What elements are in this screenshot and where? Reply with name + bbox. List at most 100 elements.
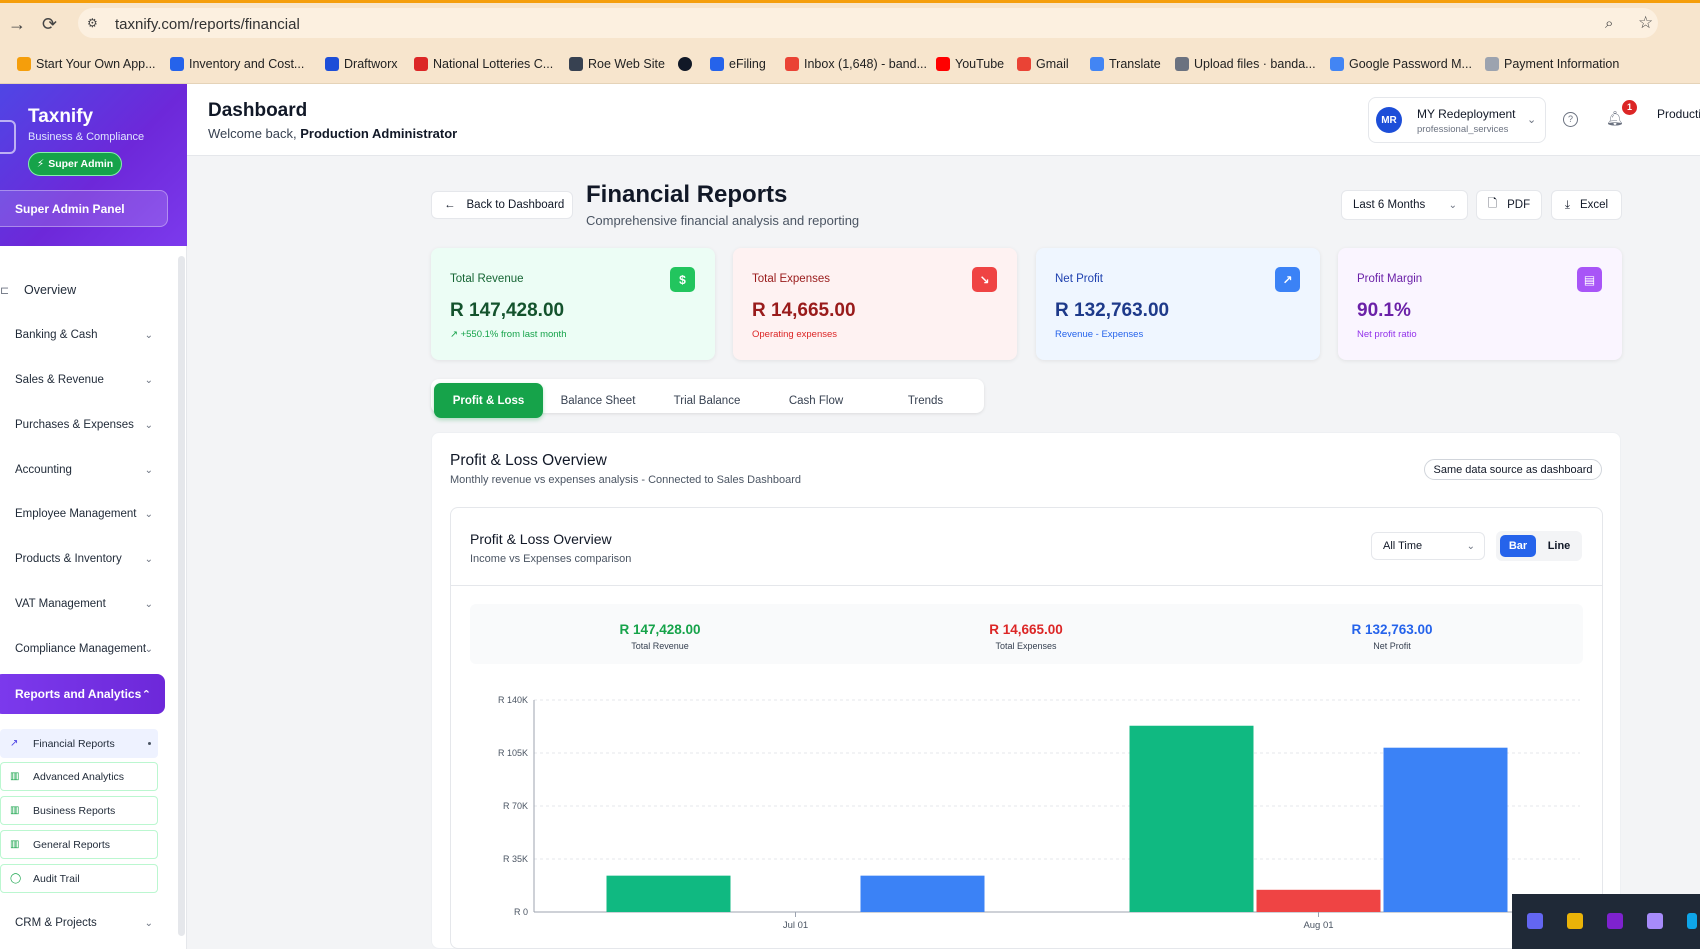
arrow-left-icon: ← [444, 199, 456, 211]
sidebar-item-products-inventory[interactable]: Products & Inventory ⌄ [0, 544, 165, 574]
bookmark-star-icon[interactable]: ☆ [1638, 13, 1653, 33]
sidebar-item-label: Reports and Analytics [15, 687, 142, 701]
bookmark-item[interactable]: eFiling [710, 57, 766, 71]
bookmark-item[interactable]: Inbox (1,648) - band... [785, 57, 927, 71]
sidebar-subitem-advanced-analytics[interactable]: ▥ Advanced Analytics [0, 762, 158, 791]
bookmark-item[interactable]: Translate [1090, 57, 1161, 71]
url-text[interactable]: taxnify.com/reports/financial [115, 16, 300, 33]
kpi-card-net-profit: Net Profit R 132,763.00 Revenue - Expens… [1036, 248, 1320, 360]
tab-cash-flow[interactable]: Cash Flow [761, 383, 871, 418]
bookmark-item[interactable]: Payment Information [1485, 57, 1619, 71]
bookmark-item[interactable]: Inventory and Cost... [170, 57, 304, 71]
store-icon[interactable] [1687, 913, 1697, 929]
bookmark-favicon-icon [1017, 57, 1031, 71]
bell-icon[interactable]: 🔔︎ [1606, 110, 1624, 127]
bookmark-item[interactable] [678, 57, 697, 71]
kpi-card-total-revenue: Total Revenue R 147,428.00 ↗ +550.1% fro… [431, 248, 715, 360]
bar-total-expenses [1256, 889, 1381, 912]
sidebar-item-compliance-management[interactable]: Compliance Management ⌄ [0, 634, 165, 664]
bookmark-favicon-icon [785, 57, 799, 71]
pen-icon[interactable] [1647, 913, 1663, 929]
forward-icon[interactable]: → [8, 14, 26, 35]
sidebar-item-vat-management[interactable]: VAT Management ⌄ [0, 589, 165, 619]
super-admin-panel-button[interactable]: Super Admin Panel [0, 190, 168, 227]
line-toggle-button[interactable]: Line [1540, 535, 1578, 557]
bookmark-item[interactable]: Draftworx [325, 57, 397, 71]
bookmark-item[interactable]: Roe Web Site [569, 57, 665, 71]
brand-logo-icon [0, 120, 16, 154]
chart-card-subtitle: Income vs Expenses comparison [470, 553, 632, 565]
tab-profit-loss[interactable]: Profit & Loss [434, 383, 543, 418]
trending-down-icon: ↘ [972, 267, 997, 292]
sidebar-item-crm-projects[interactable]: CRM & Projects ⌄ [0, 908, 165, 938]
export-excel-button[interactable]: ⤓ Excel [1551, 190, 1622, 220]
chevron-down-icon: ⌄ [1448, 199, 1457, 211]
export-pdf-button[interactable]: 🗋 PDF [1476, 190, 1542, 220]
bar-toggle-button[interactable]: Bar [1500, 535, 1536, 557]
summary-expenses-value: R 14,665.00 [989, 622, 1063, 637]
bookmark-label: Start Your Own App... [36, 57, 156, 71]
sidebar-subitem-audit-trail[interactable]: ◯ Audit Trail [0, 864, 158, 893]
bookmark-item[interactable]: Gmail [1017, 57, 1069, 71]
sidebar-item-accounting[interactable]: Accounting ⌄ [0, 455, 165, 485]
chart-card-divider [451, 585, 1602, 586]
teams-icon[interactable] [1527, 913, 1543, 929]
sidebar-item-label: VAT Management [15, 598, 106, 610]
user-menu[interactable]: Producti [1657, 107, 1700, 121]
sidebar-item-employee-management[interactable]: Employee Management ⌄ [0, 499, 165, 529]
sidebar-item-overview[interactable]: ⊏ Overview [0, 275, 165, 305]
org-type: professional_services [1417, 124, 1509, 135]
bookmark-label: Google Password M... [1349, 57, 1472, 71]
sidebar-subitem-label: Advanced Analytics [33, 770, 125, 783]
tab-trends[interactable]: Trends [871, 383, 980, 418]
sidebar-item-reports-analytics[interactable]: Reports and Analytics ⌃ [0, 674, 165, 714]
url-field[interactable] [78, 8, 1658, 38]
drive-icon[interactable] [1567, 913, 1583, 929]
sidebar-scrollbar[interactable] [178, 256, 185, 936]
bookmark-label: Roe Web Site [588, 57, 665, 71]
bar-net-profit [1383, 747, 1508, 912]
tab-trial-balance[interactable]: Trial Balance [653, 383, 761, 418]
kpi-note: Revenue - Expenses [1055, 329, 1144, 340]
chevron-down-icon: ⌄ [1527, 114, 1537, 126]
range-select[interactable]: All Time ⌄ [1371, 532, 1485, 560]
sidebar-subitem-business-reports[interactable]: ▥ Business Reports [0, 796, 158, 825]
trending-up-icon: ↗ [10, 738, 19, 749]
help-icon[interactable]: ? [1563, 112, 1578, 127]
sidebar-item-label: Accounting [15, 464, 72, 476]
bookmark-item[interactable]: National Lotteries C... [414, 57, 553, 71]
sidebar-item-purchases-expenses[interactable]: Purchases & Expenses ⌄ [0, 410, 165, 440]
overview-title: Profit & Loss Overview [450, 452, 607, 469]
lightning-icon: ⚡ [36, 158, 45, 170]
trending-up-icon: ↗ [1275, 267, 1300, 292]
sidebar-item-sales-revenue[interactable]: Sales & Revenue ⌄ [0, 365, 165, 395]
sidebar-subitem-general-reports[interactable]: ▥ General Reports [0, 830, 158, 859]
summary-net-value: R 132,763.00 [1351, 622, 1433, 637]
bookmark-item[interactable]: Start Your Own App... [17, 57, 156, 71]
sidebar-item-banking-cash[interactable]: Banking & Cash ⌄ [0, 320, 165, 350]
sidebar-item-label: Products & Inventory [15, 553, 122, 565]
period-value: Last 6 Months [1353, 199, 1426, 211]
bookmark-favicon-icon [17, 57, 31, 71]
download-icon: ⤓ [1564, 198, 1570, 211]
bookmark-favicon-icon [710, 57, 724, 71]
period-select[interactable]: Last 6 Months ⌄ [1341, 190, 1468, 220]
reload-icon[interactable]: ⟳ [42, 14, 57, 35]
bookmark-item[interactable]: Google Password M... [1330, 57, 1472, 71]
chevron-up-icon: ⌃ [141, 688, 151, 701]
kpi-note: ↗ +550.1% from last month [450, 329, 567, 340]
bookmark-item[interactable]: YouTube [936, 57, 1004, 71]
site-info-icon[interactable]: ⚙ [87, 16, 98, 30]
sidebar-subitem-financial-reports[interactable]: ↗ Financial Reports [0, 729, 158, 758]
profit-loss-bar-chart: R 0 R 35K R 70K R 105K R 140K Jul 01 Aug 01 [498, 695, 1580, 931]
back-to-dashboard-button[interactable]: ← Back to Dashboard [431, 191, 573, 219]
kpi-value: R 14,665.00 [752, 300, 856, 321]
kpi-value: R 147,428.00 [450, 300, 565, 321]
tab-balance-sheet[interactable]: Balance Sheet [543, 383, 653, 418]
bookmark-item[interactable]: Upload files · banda... [1175, 57, 1316, 71]
zoom-icon[interactable]: ⌕ [1605, 15, 1613, 32]
onenote-icon[interactable] [1607, 913, 1623, 929]
sidebar-subitem-label: Audit Trail [33, 872, 80, 885]
chevron-down-icon: ⌄ [144, 464, 153, 476]
bookmark-label: National Lotteries C... [433, 57, 554, 71]
